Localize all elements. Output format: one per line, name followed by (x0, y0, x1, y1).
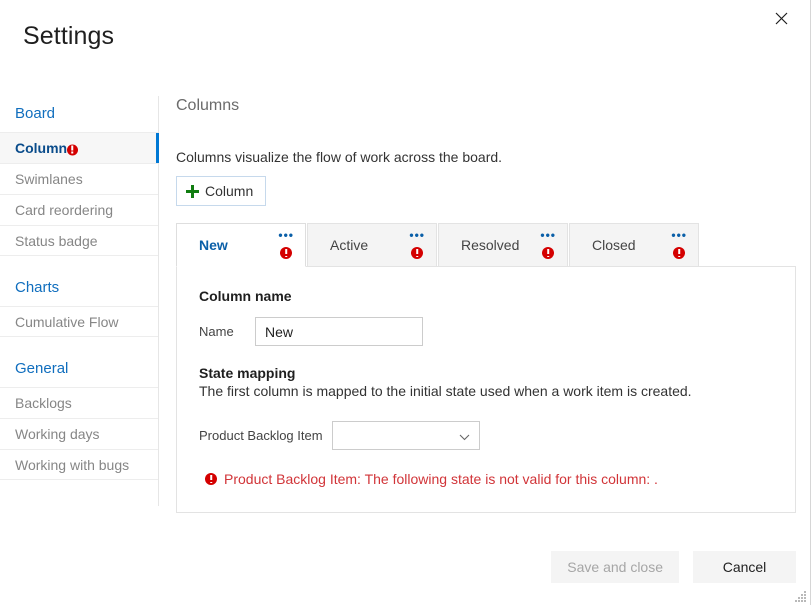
name-input[interactable] (255, 317, 423, 346)
sidebar-item-cumulative-flow[interactable]: Cumulative Flow (0, 306, 158, 337)
sidebar-item-backlogs[interactable]: Backlogs (0, 387, 158, 418)
tab-label: New (177, 236, 228, 254)
sidebar-item-label: Backlogs (15, 393, 72, 413)
sidebar-item-label: Card reordering (15, 200, 113, 220)
save-and-close-button[interactable]: Save and close (551, 551, 679, 583)
ellipsis-icon[interactable]: ••• (671, 232, 687, 238)
sidebar-group-board: Board (0, 96, 158, 132)
state-mapping-row: Product Backlog Item (199, 421, 773, 450)
product-backlog-item-select[interactable] (332, 421, 480, 450)
sidebar-spacer (0, 337, 158, 351)
add-column-button[interactable]: Column (176, 176, 266, 206)
error-icon (280, 247, 292, 259)
tab-closed[interactable]: Closed ••• (569, 223, 699, 267)
tab-resolved[interactable]: Resolved ••• (438, 223, 568, 267)
validation-error-text: Product Backlog Item: The following stat… (224, 470, 658, 488)
column-name-heading: Column name (199, 287, 773, 305)
error-icon (542, 247, 554, 259)
tab-label: Closed (570, 236, 636, 254)
dialog-footer: Save and close Cancel (551, 551, 796, 583)
column-tabs: New ••• Active ••• Resolved ••• Closed •… (176, 223, 796, 267)
add-column-label: Column (205, 182, 253, 200)
ellipsis-icon[interactable]: ••• (409, 232, 425, 238)
close-button[interactable] (764, 2, 798, 34)
chevron-down-icon (459, 430, 470, 441)
sidebar-item-status-badge[interactable]: Status badge (0, 225, 158, 256)
content-section-title: Columns (176, 96, 796, 116)
state-mapping-heading: State mapping (199, 364, 773, 382)
sidebar-item-label: Columns (15, 138, 75, 158)
ellipsis-icon[interactable]: ••• (278, 232, 294, 238)
settings-dialog: Settings Board Columns Swimlanes Card re… (0, 0, 811, 605)
state-mapping-description: The first column is mapped to the initia… (199, 382, 773, 401)
sidebar-item-label: Cumulative Flow (15, 312, 118, 332)
name-label: Name (199, 323, 255, 340)
sidebar-item-card-reordering[interactable]: Card reordering (0, 194, 158, 225)
tab-label: Active (308, 236, 368, 254)
sidebar-item-label: Working with bugs (15, 455, 129, 475)
error-icon (411, 247, 423, 259)
name-field-row: Name (199, 317, 773, 346)
product-backlog-item-label: Product Backlog Item (199, 427, 332, 444)
error-icon (205, 473, 217, 485)
content-section-description: Columns visualize the flow of work acros… (176, 148, 796, 166)
settings-sidebar: Board Columns Swimlanes Card reordering … (0, 96, 159, 506)
cancel-button[interactable]: Cancel (693, 551, 796, 583)
tab-label: Resolved (439, 236, 519, 254)
sidebar-item-working-days[interactable]: Working days (0, 418, 158, 449)
sidebar-item-label: Working days (15, 424, 100, 444)
validation-error: Product Backlog Item: The following stat… (199, 470, 773, 488)
sidebar-item-columns[interactable]: Columns (0, 132, 158, 163)
error-icon (673, 247, 685, 259)
column-settings-panel: Column name Name State mapping The first… (176, 266, 796, 513)
resize-grip[interactable] (793, 589, 807, 603)
ellipsis-icon[interactable]: ••• (540, 232, 556, 238)
page-title: Settings (23, 21, 114, 51)
error-icon (67, 144, 78, 155)
sidebar-group-charts: Charts (0, 270, 158, 306)
tab-new[interactable]: New ••• (176, 223, 306, 267)
plus-icon (186, 185, 199, 198)
sidebar-item-swimlanes[interactable]: Swimlanes (0, 163, 158, 194)
sidebar-spacer (0, 256, 158, 270)
tab-active[interactable]: Active ••• (307, 223, 437, 267)
sidebar-item-label: Swimlanes (15, 169, 83, 189)
sidebar-item-label: Status badge (15, 231, 98, 251)
settings-content: Columns Columns visualize the flow of wo… (176, 96, 796, 513)
sidebar-group-general: General (0, 351, 158, 387)
close-icon (775, 12, 788, 25)
sidebar-item-working-with-bugs[interactable]: Working with bugs (0, 449, 158, 480)
